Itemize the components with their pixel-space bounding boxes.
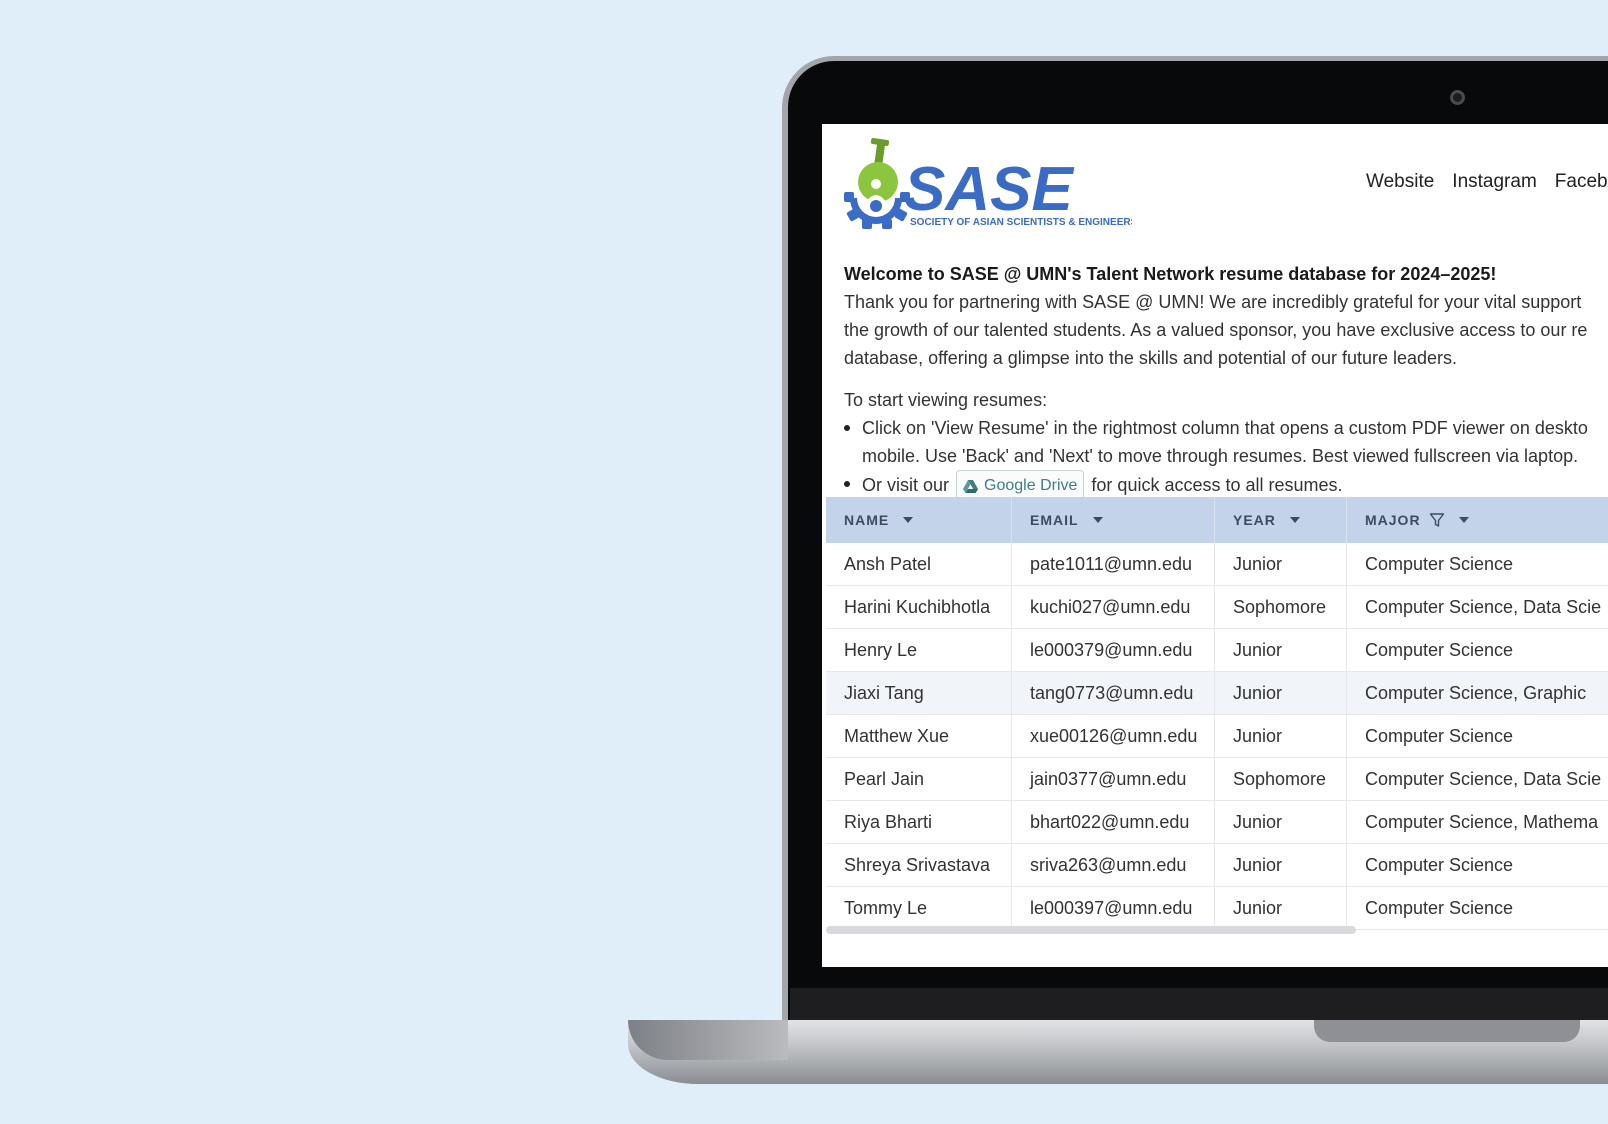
table-row[interactable]: Jiaxi Tang tang0773@umn.edu Junior Computer… [826, 672, 1608, 715]
laptop-base-edge [628, 1020, 788, 1060]
instructions-list: Click on 'View Resume' in the rightmost … [844, 414, 1608, 502]
email-cell: tang0773@umn.edu [1012, 672, 1215, 714]
year-cell: Junior [1215, 844, 1347, 886]
major-cell: Computer Science [1365, 639, 1514, 660]
nav-instagram-link[interactable]: Instagram [1452, 171, 1536, 193]
email-cell: kuchi027@umn.edu [1012, 586, 1215, 628]
major-cell: Computer Science, Data Scie [1365, 596, 1602, 617]
instruction-text: mobile. Use 'Back' and 'Next' to move th… [862, 446, 1579, 466]
table-row[interactable]: Harini Kuchibhotla kuchi027@umn.edu Sophom… [826, 586, 1608, 629]
sort-caret-icon[interactable] [1289, 517, 1300, 523]
filter-icon[interactable] [1429, 512, 1445, 528]
sort-caret-icon[interactable] [1092, 517, 1103, 523]
instruction-text: Or visit our [862, 474, 950, 495]
laptop-screen: SASE SOCIETY OF ASIAN SCIENTISTS & ENGIN… [822, 124, 1608, 967]
welcome-heading: Welcome to SASE @ UMN's Talent Network r… [844, 264, 1497, 284]
name-cell: Jiaxi Tang [826, 672, 1012, 714]
name-cell: Riya Bharti [826, 801, 1012, 843]
start-label: To start viewing resumes: [844, 390, 1048, 410]
table-row[interactable]: Riya Bharti bhart022@umn.edu Junior Compute… [826, 801, 1608, 844]
column-label: EMAIL [1030, 512, 1079, 528]
email-cell: sriva263@umn.edu [1012, 844, 1215, 886]
site-header: SASE SOCIETY OF ASIAN SCIENTISTS & ENGIN… [822, 124, 1608, 240]
instruction-item: Click on 'View Resume' in the rightmost … [844, 414, 1608, 470]
email-cell: bhart022@umn.edu [1012, 801, 1215, 843]
google-drive-icon [963, 479, 979, 493]
sase-logo[interactable]: SASE SOCIETY OF ASIAN SCIENTISTS & ENGIN… [842, 136, 1132, 232]
column-header-major[interactable]: MAJOR [1347, 497, 1608, 543]
sort-caret-icon[interactable] [903, 517, 914, 523]
intro-section: Welcome to SASE @ UMN's Talent Network r… [844, 260, 1608, 502]
year-cell: Junior [1215, 543, 1347, 585]
table-row[interactable]: Tommy Le le000397@umn.edu Junior Computer S… [826, 887, 1608, 930]
year-cell: Sophomore [1215, 758, 1347, 800]
top-nav: Website Instagram Faceb [1366, 171, 1608, 193]
major-cell: Computer Science [1365, 854, 1514, 875]
major-cell: Computer Science, Data Scie [1365, 768, 1602, 789]
major-cell: Computer Science [1365, 553, 1514, 574]
year-cell: Sophomore [1215, 586, 1347, 628]
year-cell: Junior [1215, 629, 1347, 671]
nav-facebook-link[interactable]: Faceb [1555, 171, 1608, 193]
sort-caret-icon[interactable] [1458, 517, 1469, 523]
camera-icon [1450, 90, 1465, 105]
email-cell: jain0377@umn.edu [1012, 758, 1215, 800]
column-label: MAJOR [1365, 512, 1421, 528]
intro-line: the growth of our talented students. As … [844, 320, 1588, 340]
horizontal-scrollbar[interactable] [826, 926, 1356, 934]
year-cell: Junior [1215, 801, 1347, 843]
name-cell: Harini Kuchibhotla [826, 586, 1012, 628]
email-cell: xue00126@umn.edu [1012, 715, 1215, 757]
name-cell: Matthew Xue [826, 715, 1012, 757]
major-cell: Computer Science [1365, 725, 1514, 746]
email-cell: pate1011@umn.edu [1012, 543, 1215, 585]
column-header-year[interactable]: YEAR [1215, 497, 1347, 543]
table-row[interactable]: Henry Le le000379@umn.edu Junior Computer S… [826, 629, 1608, 672]
major-cell: Computer Science, Graphic [1365, 682, 1587, 703]
email-cell: le000397@umn.edu [1012, 887, 1215, 929]
column-header-name[interactable]: NAME [826, 497, 1012, 543]
major-cell: Computer Science [1365, 897, 1514, 918]
name-cell: Shreya Srivastava [826, 844, 1012, 886]
laptop-notch [1314, 1020, 1580, 1042]
nav-website-link[interactable]: Website [1366, 171, 1434, 193]
name-cell: Henry Le [826, 629, 1012, 671]
year-cell: Junior [1215, 672, 1347, 714]
table-row[interactable]: Pearl Jain jain0377@umn.edu Sophomore Compu… [826, 758, 1608, 801]
resume-table: NAME EMAIL YEAR MAJOR Ansh Patel pate1011… [826, 497, 1608, 930]
name-cell: Ansh Patel [826, 543, 1012, 585]
google-drive-label: Google Drive [984, 477, 1078, 494]
year-cell: Junior [1215, 887, 1347, 929]
name-cell: Tommy Le [826, 887, 1012, 929]
intro-line: database, offering a glimpse into the sk… [844, 348, 1458, 368]
email-cell: le000379@umn.edu [1012, 629, 1215, 671]
table-row[interactable]: Ansh Patel pate1011@umn.edu Junior Computer… [826, 543, 1608, 586]
instruction-text: Click on 'View Resume' in the rightmost … [862, 418, 1588, 438]
instruction-text: for quick access to all resumes. [1091, 474, 1343, 495]
year-cell: Junior [1215, 715, 1347, 757]
table-row[interactable]: Shreya Srivastava sriva263@umn.edu Junior C… [826, 844, 1608, 887]
table-header: NAME EMAIL YEAR MAJOR [826, 497, 1608, 543]
intro-line: Thank you for partnering with SASE @ UMN… [844, 292, 1582, 312]
table-row[interactable]: Matthew Xue xue00126@umn.edu Junior Compute… [826, 715, 1608, 758]
name-cell: Pearl Jain [826, 758, 1012, 800]
major-cell: Computer Science, Mathema [1365, 811, 1599, 832]
logo-tagline: SOCIETY OF ASIAN SCIENTISTS & ENGINEERS [910, 217, 1132, 228]
column-label: YEAR [1233, 512, 1276, 528]
table-body: Ansh Patel pate1011@umn.edu Junior Computer… [826, 543, 1608, 930]
column-header-email[interactable]: EMAIL [1012, 497, 1215, 543]
column-label: NAME [844, 512, 890, 528]
logo-wordmark: SASE [904, 155, 1074, 224]
